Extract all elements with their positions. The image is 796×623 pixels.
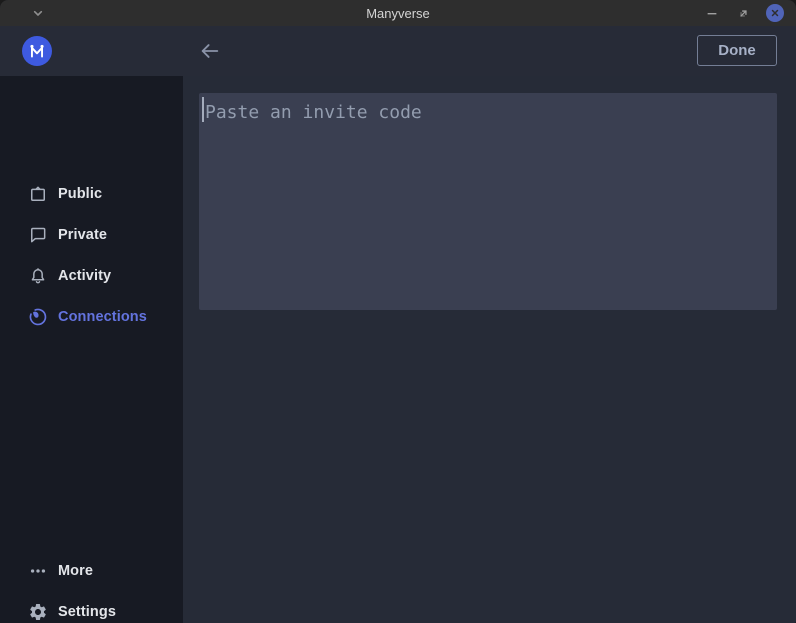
back-arrow-icon[interactable] bbox=[199, 40, 221, 62]
sidebar-item-label: Activity bbox=[58, 268, 111, 284]
close-icon[interactable] bbox=[766, 4, 784, 22]
sidebar-item-settings[interactable]: Settings bbox=[0, 598, 183, 623]
minimize-icon[interactable] bbox=[704, 5, 720, 21]
invite-code-input[interactable] bbox=[199, 93, 777, 310]
text-caret bbox=[202, 97, 204, 122]
sidebar-item-label: Settings bbox=[58, 604, 116, 620]
sidebar: Public Private Activity C bbox=[0, 76, 183, 623]
window-title: Manyverse bbox=[0, 6, 796, 21]
bulletin-board-icon bbox=[28, 184, 48, 204]
done-button[interactable]: Done bbox=[697, 35, 777, 66]
sidebar-item-label: Connections bbox=[58, 309, 147, 325]
sidebar-item-label: Private bbox=[58, 227, 107, 243]
connections-icon bbox=[28, 307, 48, 327]
bell-icon bbox=[28, 266, 48, 286]
ellipsis-icon bbox=[28, 561, 48, 581]
sidebar-item-label: More bbox=[58, 563, 93, 579]
gear-icon bbox=[28, 602, 48, 622]
manyverse-logo-icon bbox=[22, 36, 52, 66]
sidebar-item-public[interactable]: Public bbox=[0, 180, 183, 208]
main-content bbox=[183, 76, 796, 623]
sidebar-item-label: Public bbox=[58, 186, 102, 202]
message-bubble-icon bbox=[28, 225, 48, 245]
sidebar-item-connections[interactable]: Connections bbox=[0, 303, 183, 331]
titlebar: Manyverse bbox=[0, 0, 796, 26]
app-header: Done bbox=[0, 26, 796, 76]
manyverse-window: Manyverse Done bbox=[0, 0, 796, 623]
sidebar-item-activity[interactable]: Activity bbox=[0, 262, 183, 290]
window-controls bbox=[704, 0, 784, 26]
restore-icon[interactable] bbox=[735, 5, 751, 21]
sidebar-item-private[interactable]: Private bbox=[0, 221, 183, 249]
sidebar-item-more[interactable]: More bbox=[0, 557, 183, 585]
